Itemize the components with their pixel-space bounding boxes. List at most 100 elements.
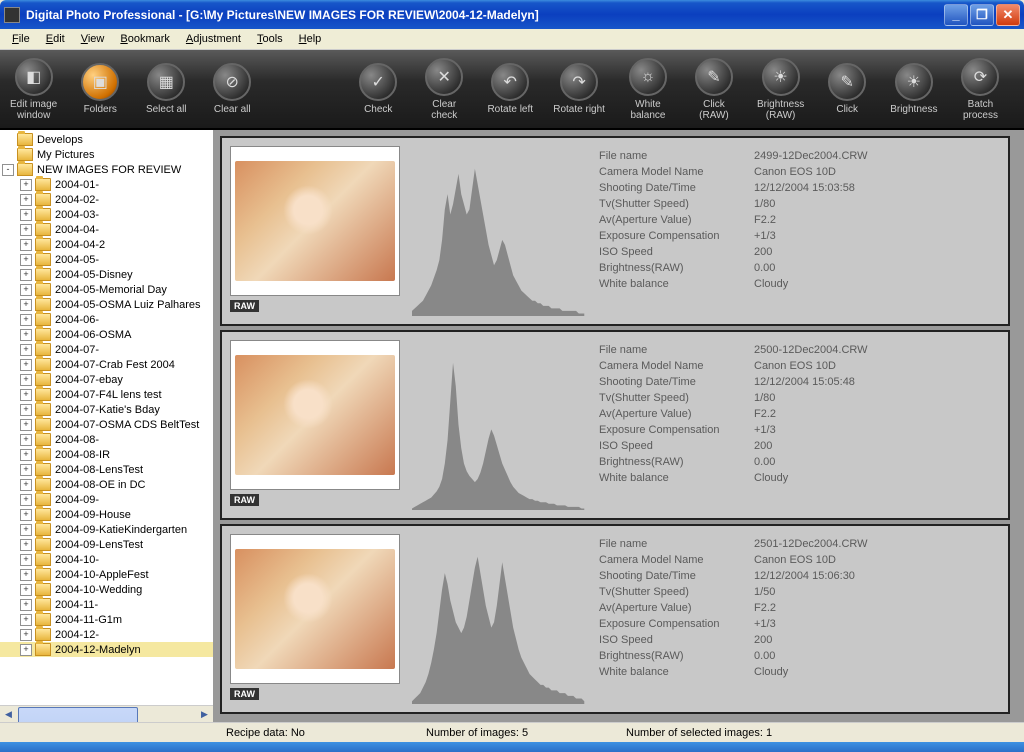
tree-item[interactable]: +2004-11- [0,597,213,612]
expand-icon[interactable]: + [20,209,32,221]
menu-bookmark[interactable]: Bookmark [112,31,178,47]
tool-clear-all[interactable]: ⊘Clear all [209,63,255,115]
tree-item[interactable]: +2004-10- [0,552,213,567]
tool-select-all[interactable]: ▦Select all [143,63,189,115]
expand-icon[interactable]: + [20,389,32,401]
image-row[interactable]: RAWFile name2501-12Dec2004.CRWCamera Mod… [220,524,1010,714]
tree-item[interactable]: +2004-02- [0,192,213,207]
thumbnail[interactable] [230,340,400,490]
expand-icon[interactable]: + [20,269,32,281]
expand-icon[interactable]: + [20,554,32,566]
expand-icon[interactable]: + [20,494,32,506]
expand-icon[interactable]: + [20,644,32,656]
maximize-button[interactable]: ❐ [970,4,994,26]
tool-rotate-left[interactable]: ↶Rotate left [487,63,533,115]
tool-edit-image-window[interactable]: ◧Edit image window [10,58,57,121]
minimize-button[interactable]: _ [944,4,968,26]
tree-item[interactable]: +2004-05-Memorial Day [0,282,213,297]
expand-icon[interactable]: + [20,329,32,341]
expand-icon[interactable]: + [20,179,32,191]
tree-item[interactable]: +2004-08-LensTest [0,462,213,477]
expand-icon[interactable]: + [20,464,32,476]
tree-item[interactable]: +2004-05-OSMA Luiz Palhares [0,297,213,312]
expand-icon[interactable]: + [20,374,32,386]
tree-item[interactable]: +2004-07-Katie's Bday [0,402,213,417]
tree-item[interactable]: +2004-06- [0,312,213,327]
expand-icon[interactable]: + [20,569,32,581]
expand-icon[interactable]: + [20,224,32,236]
scroll-right-icon[interactable]: ▶ [196,706,213,722]
tree-item[interactable]: +2004-08-OE in DC [0,477,213,492]
tree-item[interactable]: +2004-08- [0,432,213,447]
tool-folders[interactable]: ▣Folders [77,63,123,115]
expand-icon[interactable]: + [20,584,32,596]
expand-icon[interactable]: + [20,509,32,521]
expand-icon[interactable]: + [20,629,32,641]
tree-item[interactable]: +2004-04-2 [0,237,213,252]
expand-icon[interactable]: + [20,539,32,551]
tree-item[interactable]: Develops [0,132,213,147]
expand-icon[interactable]: + [20,434,32,446]
tree-item[interactable]: -NEW IMAGES FOR REVIEW [0,162,213,177]
tree-item[interactable]: +2004-09-LensTest [0,537,213,552]
tree-item[interactable]: +2004-07-OSMA CDS BeltTest [0,417,213,432]
expand-icon[interactable]: + [20,299,32,311]
tree-item[interactable]: +2004-04- [0,222,213,237]
folder-tree[interactable]: DevelopsMy Pictures-NEW IMAGES FOR REVIE… [0,130,214,722]
expand-icon[interactable]: + [20,449,32,461]
tree-item[interactable]: +2004-12-Madelyn [0,642,213,657]
tree-h-scrollbar[interactable]: ◀ ▶ [0,705,213,722]
expand-icon[interactable]: + [20,284,32,296]
tree-item[interactable]: +2004-11-G1m [0,612,213,627]
menu-file[interactable]: File [4,31,38,47]
tree-item[interactable]: +2004-07-Crab Fest 2004 [0,357,213,372]
menu-help[interactable]: Help [291,31,330,47]
expand-icon[interactable]: + [20,314,32,326]
tree-item[interactable]: +2004-07-F4L lens test [0,387,213,402]
scroll-left-icon[interactable]: ◀ [0,706,17,722]
scroll-thumb[interactable] [18,707,138,722]
tree-item[interactable]: +2004-01- [0,177,213,192]
tree-item[interactable]: +2004-07-ebay [0,372,213,387]
tool-white-balance[interactable]: ☼White balance [625,58,671,121]
expand-icon[interactable]: + [20,479,32,491]
close-button[interactable]: ✕ [996,4,1020,26]
tree-item[interactable]: +2004-08-IR [0,447,213,462]
tree-item[interactable]: +2004-07- [0,342,213,357]
tree-item[interactable]: +2004-12- [0,627,213,642]
expand-icon[interactable]: + [20,599,32,611]
tool-rotate-right[interactable]: ↷Rotate right [553,63,605,115]
tool-batch-process[interactable]: ⟳Batch process [957,58,1003,121]
menu-view[interactable]: View [73,31,113,47]
expand-icon[interactable]: + [20,524,32,536]
expand-icon[interactable]: + [20,359,32,371]
tool-check[interactable]: ✓Check [355,63,401,115]
tree-item[interactable]: My Pictures [0,147,213,162]
image-row[interactable]: RAWFile name2499-12Dec2004.CRWCamera Mod… [220,136,1010,326]
tool-clear-check[interactable]: ✕Clear check [421,58,467,121]
tree-item[interactable]: +2004-09- [0,492,213,507]
expand-icon[interactable]: + [20,239,32,251]
expand-icon[interactable]: + [20,254,32,266]
thumbnail[interactable] [230,534,400,684]
image-row[interactable]: RAWFile name2500-12Dec2004.CRWCamera Mod… [220,330,1010,520]
tree-item[interactable]: +2004-10-AppleFest [0,567,213,582]
tool-click-(raw)[interactable]: ✎Click (RAW) [691,58,737,121]
thumbnail[interactable] [230,146,400,296]
tool-brightness-(raw)[interactable]: ☀Brightness (RAW) [757,58,804,121]
tree-item[interactable]: +2004-09-KatieKindergarten [0,522,213,537]
expand-icon[interactable]: + [20,344,32,356]
tree-item[interactable]: +2004-05-Disney [0,267,213,282]
tree-item[interactable]: +2004-03- [0,207,213,222]
tool-brightness[interactable]: ☀Brightness [890,63,937,115]
tree-item[interactable]: +2004-06-OSMA [0,327,213,342]
expand-icon[interactable]: + [20,419,32,431]
menu-tools[interactable]: Tools [249,31,291,47]
tree-item[interactable]: +2004-09-House [0,507,213,522]
tree-item[interactable]: +2004-05- [0,252,213,267]
menu-adjustment[interactable]: Adjustment [178,31,249,47]
collapse-icon[interactable]: - [2,164,14,176]
expand-icon[interactable]: + [20,194,32,206]
expand-icon[interactable]: + [20,614,32,626]
tool-click[interactable]: ✎Click [824,63,870,115]
